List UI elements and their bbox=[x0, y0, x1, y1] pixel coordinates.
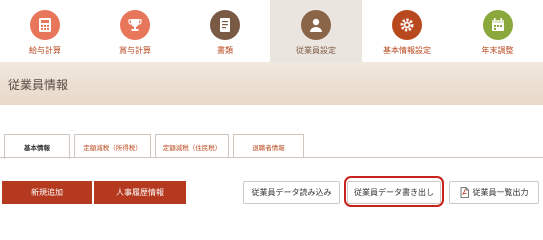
page-title: 従業員情報 bbox=[8, 78, 69, 92]
import-employee-data-button[interactable]: 従業員データ読み込み bbox=[243, 181, 340, 204]
nav-bonus[interactable]: 賞与計算 bbox=[90, 0, 180, 62]
payroll-calculator-icon bbox=[30, 10, 60, 40]
nav-label: 基本情報設定 bbox=[383, 46, 431, 55]
employee-list-output-button[interactable]: 従業員一覧出力 bbox=[449, 181, 539, 204]
nav-label: 従業員設定 bbox=[296, 46, 336, 55]
nav-year-end-adjustment[interactable]: 年末調整 bbox=[452, 0, 543, 62]
pdf-file-icon bbox=[460, 187, 469, 198]
nav-label: 賞与計算 bbox=[119, 46, 151, 55]
documents-icon bbox=[210, 10, 240, 40]
new-add-button[interactable]: 新規追加 bbox=[2, 181, 92, 204]
calendar-icon bbox=[482, 10, 513, 40]
bonus-trophy-icon bbox=[120, 10, 150, 40]
employee-person-icon bbox=[301, 10, 331, 40]
top-navigation: 給与計算 賞与計算 書類 従業員設定 基本情報設定 年末調整 bbox=[0, 0, 543, 63]
nav-label: 給与計算 bbox=[29, 46, 61, 55]
nav-payroll[interactable]: 給与計算 bbox=[0, 0, 90, 62]
highlight-outline bbox=[344, 176, 444, 207]
nav-label: 年末調整 bbox=[481, 46, 514, 55]
nav-documents[interactable]: 書類 bbox=[180, 0, 270, 62]
employee-list-output-label: 従業員一覧出力 bbox=[472, 188, 529, 197]
tab-divider bbox=[0, 157, 543, 158]
tab-bar: 基本情報 定額減税（所得税） 定額減税（住民税） 退職者情報 bbox=[0, 105, 543, 159]
tab-flat-tax-reduction-income[interactable]: 定額減税（所得税） bbox=[74, 134, 151, 158]
tab-basic-info[interactable]: 基本情報 bbox=[4, 134, 70, 159]
nav-basic-info-settings[interactable]: 基本情報設定 bbox=[362, 0, 452, 62]
nav-label: 書類 bbox=[217, 46, 233, 55]
tab-retiree-info[interactable]: 退職者情報 bbox=[233, 134, 304, 158]
nav-employee-settings[interactable]: 従業員設定 bbox=[270, 0, 362, 62]
gear-icon bbox=[392, 10, 422, 40]
tab-flat-tax-reduction-resident[interactable]: 定額減税（住民税） bbox=[155, 134, 229, 158]
personnel-history-button[interactable]: 人事履歴情報 bbox=[94, 181, 186, 204]
page-header: 従業員情報 bbox=[0, 62, 543, 105]
